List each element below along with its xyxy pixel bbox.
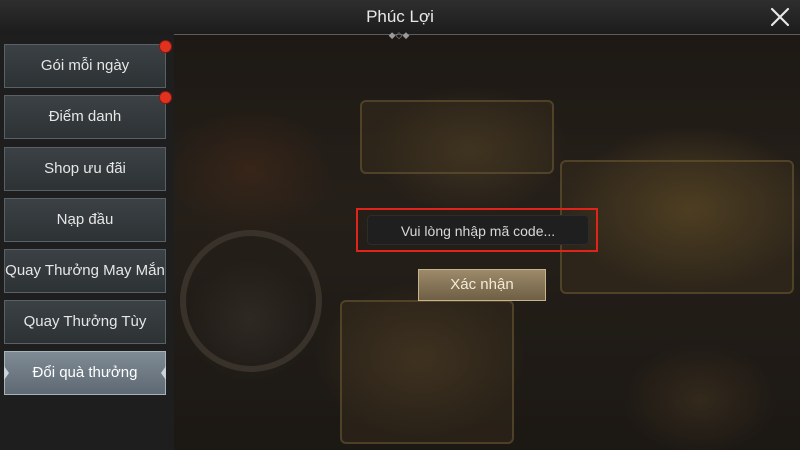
sidebar-item-label: Đổi quà thưởng [32, 364, 138, 381]
close-button[interactable] [768, 5, 792, 29]
code-input[interactable]: Vui lòng nhập mã code... [367, 215, 589, 245]
sidebar-item-redeem-gift[interactable]: Đổi quà thưởng [4, 351, 166, 395]
sidebar-item-label: Nạp đầu [56, 211, 114, 228]
confirm-button[interactable]: Xác nhận [418, 269, 546, 301]
code-input-placeholder: Vui lòng nhập mã code... [400, 223, 556, 239]
sidebar-item-lucky-spin[interactable]: Quay Thưởng May Mắn [4, 249, 166, 293]
sidebar-item-label: Quay Thưởng May Mắn [5, 262, 165, 279]
sidebar-item-check-in[interactable]: Điểm danh [4, 95, 166, 139]
sidebar-item-label: Gói mỗi ngày [40, 57, 130, 74]
sidebar-item-label: Điểm danh [48, 108, 122, 125]
sidebar-item-label: Shop ưu đãi [44, 160, 126, 177]
sidebar-item-daily-pack[interactable]: Gói mỗi ngày [4, 44, 166, 88]
sidebar-item-shop[interactable]: Shop ưu đãi [4, 147, 166, 191]
notification-dot-icon [159, 40, 172, 53]
active-arrow-left-icon [4, 366, 9, 380]
sidebar-item-first-topup[interactable]: Nạp đầu [4, 198, 166, 242]
title-ornament-icon: ◆◇◆ [388, 30, 410, 40]
sidebar: Gói mỗi ngày Điểm danh Shop ưu đãi Nạp đ… [0, 34, 174, 450]
active-arrow-right-icon [161, 366, 166, 380]
title-bar: Phúc Lợi ◆◇◆ [0, 0, 800, 40]
close-icon [770, 7, 790, 27]
confirm-button-label: Xác nhận [450, 276, 514, 293]
window-title: Phúc Lợi [366, 7, 434, 26]
notification-dot-icon [159, 91, 172, 104]
sidebar-item-custom-spin[interactable]: Quay Thưởng Tùy Chọn [4, 300, 166, 372]
